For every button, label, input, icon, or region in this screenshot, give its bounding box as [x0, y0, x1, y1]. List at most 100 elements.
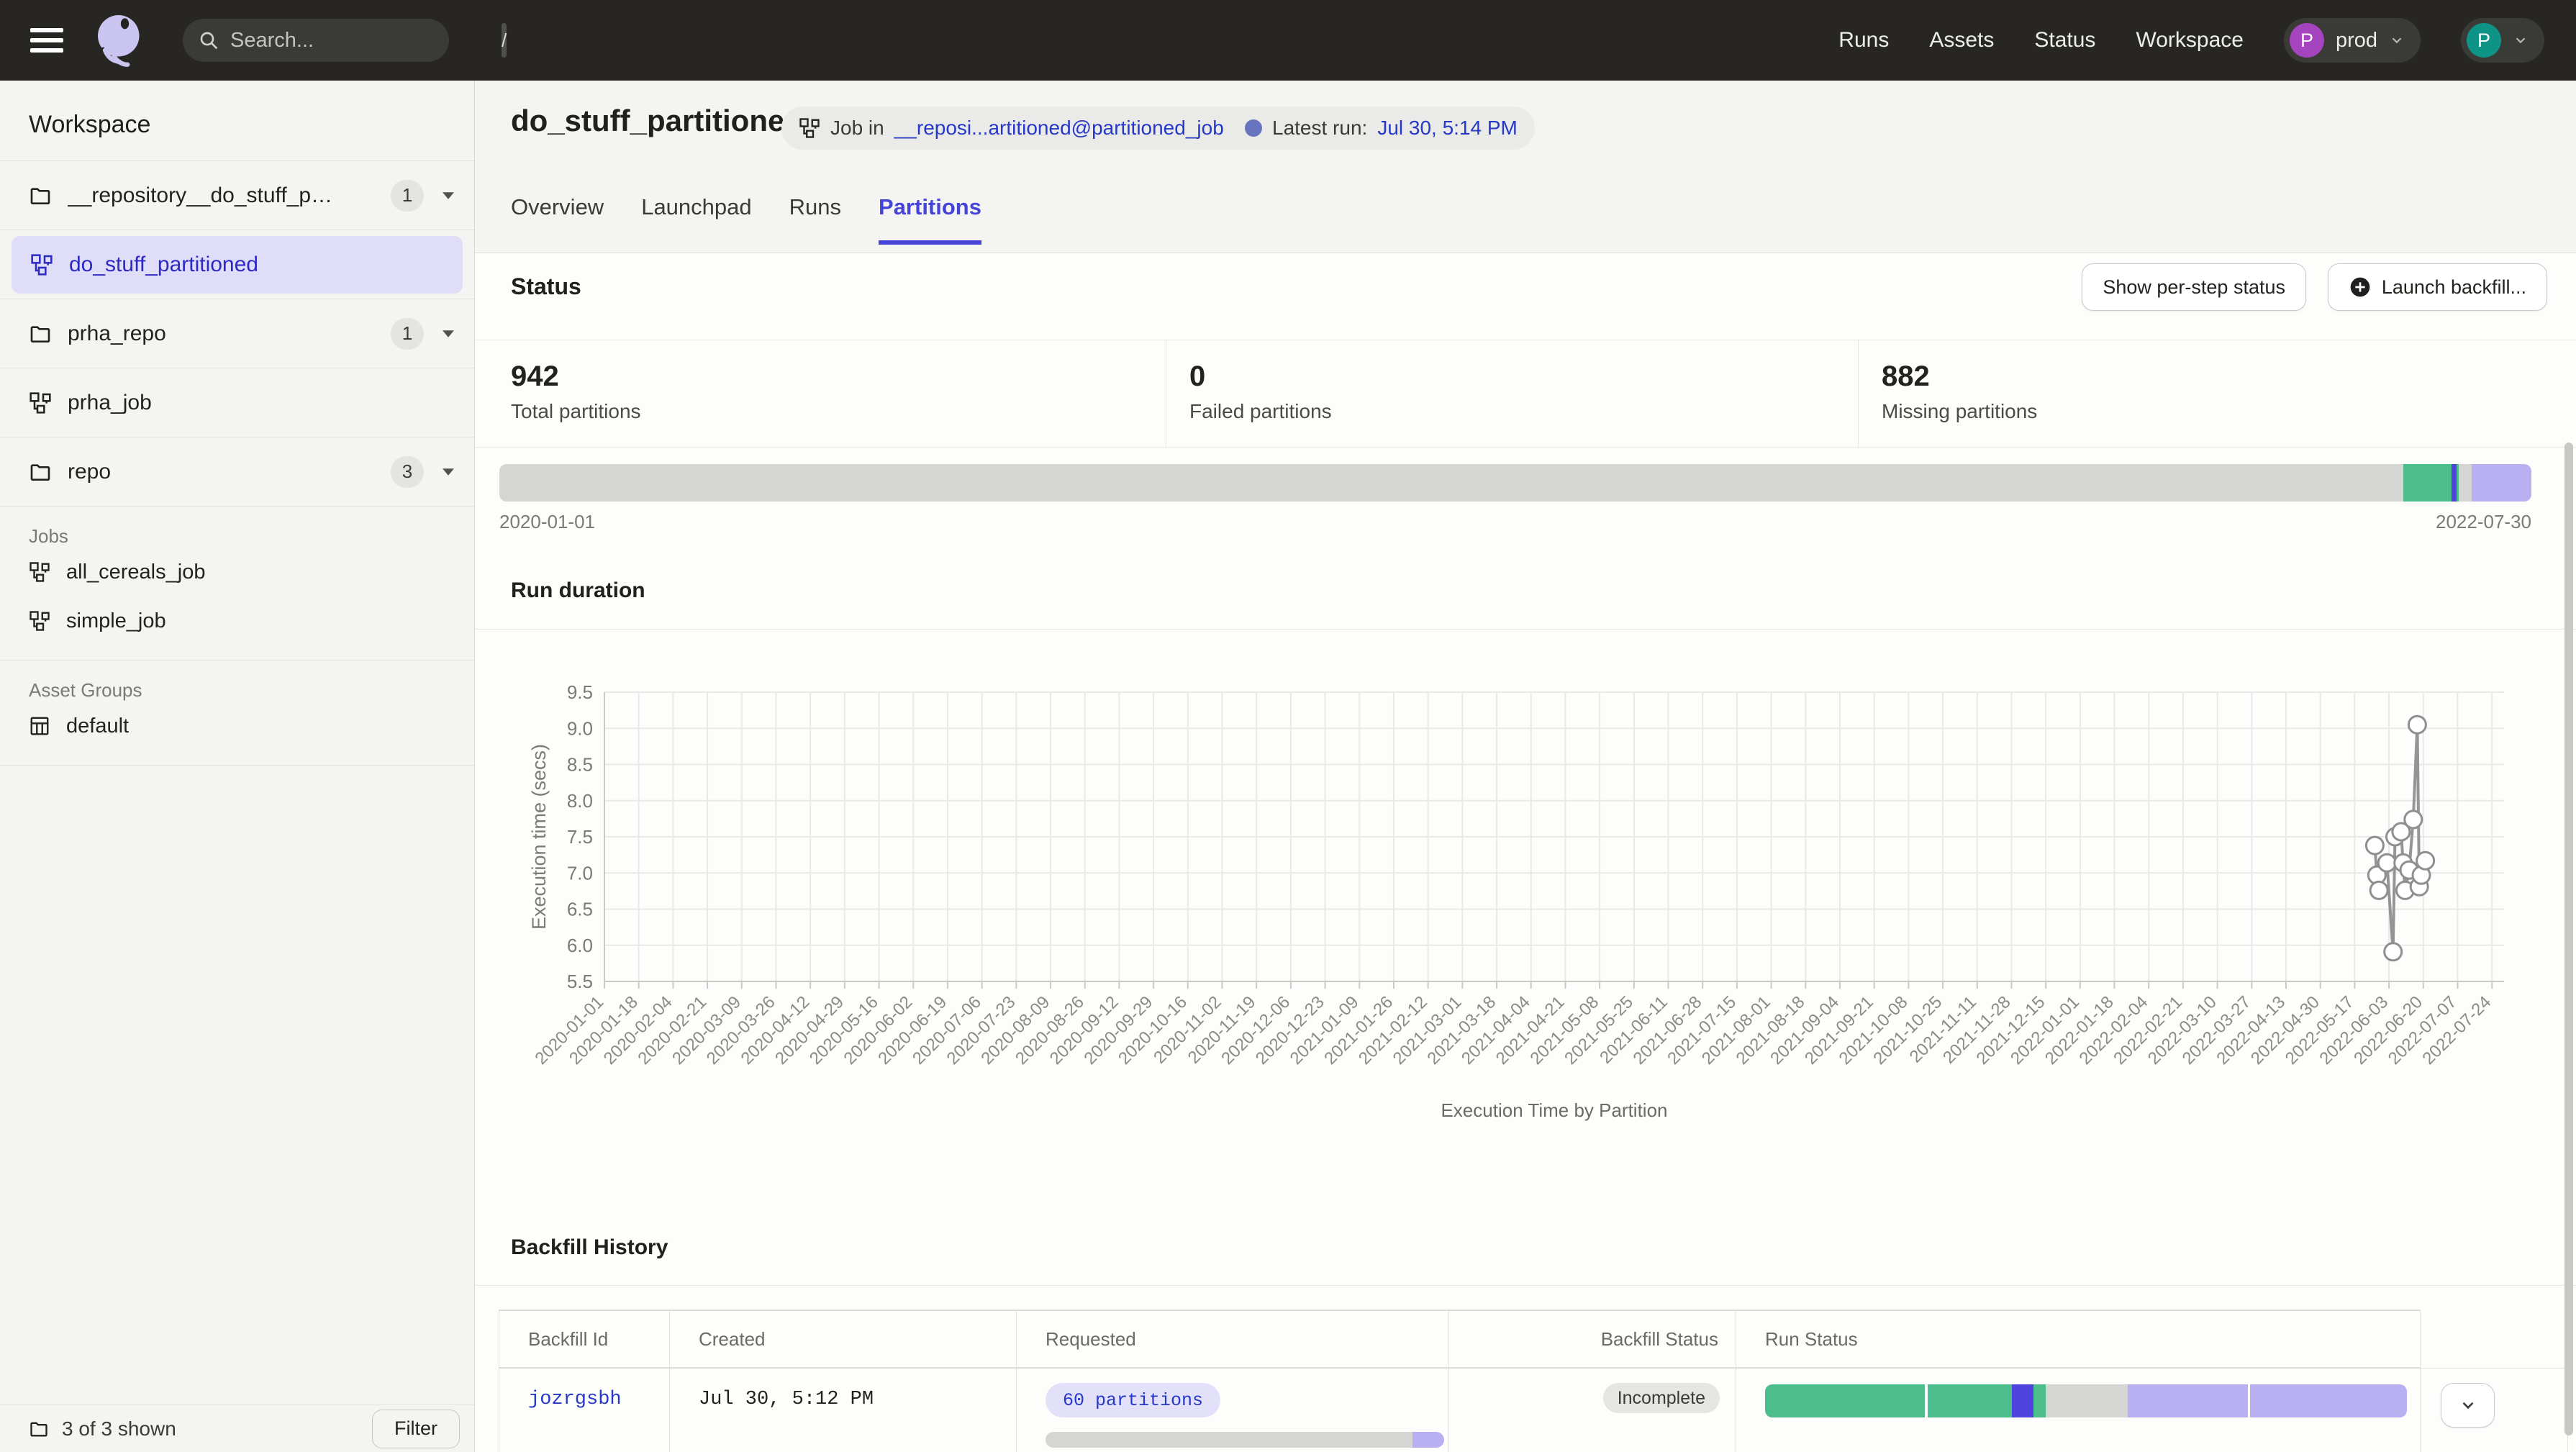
job-icon: [29, 561, 50, 583]
top-nav-links: RunsAssetsStatusWorkspacePprodP: [1838, 18, 2576, 63]
sidebar-item-label: prha_repo: [68, 322, 166, 346]
sidebar-item-repo[interactable]: repo 3: [0, 437, 474, 507]
bar-segment-lavender: [1412, 1432, 1444, 1448]
requested-progress-bar: [1046, 1432, 1444, 1448]
latest-run-link[interactable]: Jul 30, 5:14 PM: [1377, 117, 1518, 140]
nav-link-runs[interactable]: Runs: [1838, 28, 1889, 53]
deployment-avatar: P: [2290, 23, 2324, 58]
tab-overview[interactable]: Overview: [511, 194, 604, 245]
sidebar-selected-item[interactable]: do_stuff_partitioned: [12, 236, 463, 294]
sidebar-item-do-stuff-partitioned[interactable]: do_stuff_partitioned: [0, 230, 474, 299]
bar-segment-indigo: [2452, 464, 2457, 502]
expand-row-button[interactable]: [2441, 1383, 2495, 1428]
sidebar-item-label: __repository__do_stuff_partitio...: [68, 183, 341, 208]
item-count-badge: 1: [391, 180, 424, 212]
folder-icon: [29, 460, 52, 484]
svg-text:5.5: 5.5: [567, 971, 593, 992]
deployment-label: prod: [2336, 29, 2377, 53]
nav-link-workspace[interactable]: Workspace: [2136, 28, 2244, 53]
user-menu[interactable]: P: [2461, 18, 2544, 63]
search-shortcut-badge: /: [502, 23, 507, 58]
dagster-logo-icon: [91, 9, 148, 71]
launch-backfill-button[interactable]: Launch backfill...: [2328, 263, 2547, 311]
sidebar-item-prha-job[interactable]: prha_job: [0, 368, 474, 437]
filter-button[interactable]: Filter: [372, 1410, 460, 1448]
job-icon: [30, 253, 53, 276]
job-tag-link[interactable]: __reposi...artitioned@partitioned_job: [894, 117, 1224, 140]
run-duration-chart: 9.59.08.58.07.57.06.56.05.52020-01-01202…: [475, 656, 2576, 1131]
partition-status-bar: [499, 464, 2531, 502]
job-tag: Job in __reposi...artitioned@partitioned…: [781, 106, 1273, 150]
folder-icon: [29, 1419, 49, 1439]
bar-segment-green: [1928, 1384, 2012, 1417]
svg-text:9.0: 9.0: [567, 717, 593, 739]
table-row: jozrgsbhJul 30, 5:12 PM60 partitions2020…: [499, 1368, 2568, 1452]
folder-icon: [29, 322, 52, 345]
bar-segment-bar_gray: [1046, 1432, 1412, 1448]
svg-text:8.5: 8.5: [567, 754, 593, 776]
tab-runs[interactable]: Runs: [789, 194, 841, 245]
sidebar-item-default[interactable]: default: [0, 702, 474, 750]
sidebar-item-label: repo: [68, 460, 111, 484]
cell-backfill-id: jozrgsbh: [499, 1368, 670, 1452]
status-section-title: Status: [511, 273, 581, 300]
svg-text:Execution time (secs): Execution time (secs): [528, 744, 550, 930]
partition-bar-range: 2020-01-01 2022-07-30: [499, 511, 2531, 533]
caret-down-icon: [443, 192, 454, 199]
stat-label: Failed partitions: [1189, 400, 1858, 423]
backfill-history-title: Backfill History: [511, 1235, 668, 1260]
tab-launchpad[interactable]: Launchpad: [641, 194, 751, 245]
tab-partitions[interactable]: Partitions: [879, 194, 981, 245]
top-navigation-bar: / RunsAssetsStatusWorkspacePprodP: [0, 0, 2576, 81]
divider: [475, 1285, 2576, 1286]
partition-range-start: 2020-01-01: [499, 511, 595, 533]
deployment-switcher[interactable]: Pprod: [2284, 18, 2421, 63]
nav-link-status[interactable]: Status: [2034, 28, 2095, 53]
backfill-id-link[interactable]: jozrgsbh: [528, 1389, 622, 1410]
sidebar-item-simple_job[interactable]: simple_job: [0, 596, 474, 645]
stat-label: Total partitions: [511, 400, 1166, 423]
cell-expand: [2421, 1368, 2568, 1452]
backfill-status-badge: Incomplete: [1603, 1383, 1720, 1413]
search-input[interactable]: [230, 29, 502, 53]
bar-segment-bar_gray: [2046, 1384, 2128, 1417]
nav-link-assets[interactable]: Assets: [1929, 28, 1994, 53]
sidebar-item--repository-do-stuff-partitio-[interactable]: __repository__do_stuff_partitio... 1: [0, 161, 474, 230]
column-header-backfill-status: Backfill Status: [1449, 1310, 1736, 1368]
sidebar-title: Workspace: [0, 81, 474, 160]
stat-value: 882: [1882, 360, 2576, 393]
vertical-scrollbar-thumb[interactable]: [2564, 443, 2573, 1435]
sidebar-item-all_cereals_job[interactable]: all_cereals_job: [0, 548, 474, 596]
bar-segment-lavender: [2250, 1384, 2407, 1417]
svg-text:6.5: 6.5: [567, 899, 593, 920]
chevron-down-icon: [2389, 32, 2405, 48]
search-box: /: [183, 19, 449, 62]
plus-circle-icon: [2349, 276, 2372, 299]
show-per-step-status-button[interactable]: Show per-step status: [2082, 263, 2306, 311]
requested-partitions-pill[interactable]: 60 partitions: [1046, 1383, 1220, 1417]
asset-group-list: default: [0, 702, 474, 750]
stat-value: 942: [511, 360, 1166, 393]
bar-segment-bar_gray: [2459, 464, 2471, 502]
workspace-sidebar: Workspace __repository__do_stuff_partiti…: [0, 81, 475, 1452]
divider: [0, 765, 474, 766]
sidebar-item-label: default: [66, 714, 129, 738]
stat-label: Missing partitions: [1882, 400, 2576, 423]
caret-down-icon: [443, 468, 454, 476]
table-header-row: Backfill IdCreatedRequestedBackfill Stat…: [499, 1310, 2568, 1368]
sidebar-item-label: simple_job: [66, 609, 166, 633]
column-header-created: Created: [670, 1310, 1017, 1368]
item-count-badge: 1: [391, 318, 424, 350]
jobs-section-label: Jobs: [0, 507, 474, 548]
stat-failed-partitions: 0Failed partitions: [1166, 340, 1858, 447]
svg-text:9.5: 9.5: [567, 681, 593, 703]
run-status-dot: [1245, 119, 1262, 137]
hamburger-menu-icon[interactable]: [30, 28, 63, 53]
sidebar-item-prha-repo[interactable]: prha_repo 1: [0, 299, 474, 368]
cell-backfill-status: Incomplete: [1449, 1368, 1736, 1452]
repo-list: __repository__do_stuff_partitio... 1 do_st…: [0, 160, 474, 507]
item-count-badge: 3: [391, 456, 424, 488]
sidebar-item-label: do_stuff_partitioned: [69, 253, 258, 277]
search-icon: [197, 29, 220, 52]
bar-segment-indigo: [2012, 1384, 2033, 1417]
